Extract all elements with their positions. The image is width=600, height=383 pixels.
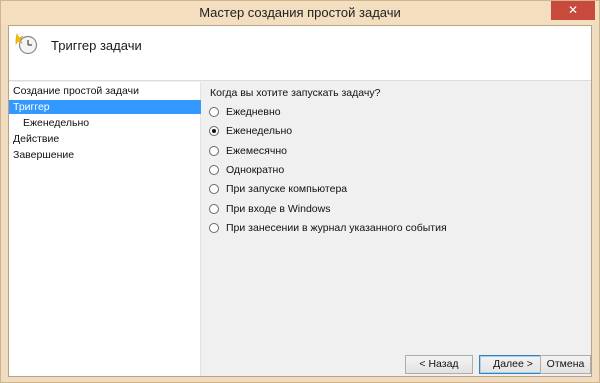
radio-label: При входе в Windows: [226, 203, 331, 215]
radio-option-monthly[interactable]: Ежемесячно: [209, 144, 287, 158]
radio-label: При занесении в журнал указанного событи…: [226, 222, 447, 234]
wizard-window: Мастер создания простой задачи ✕ Триггер…: [0, 0, 600, 383]
nav-item-trigger[interactable]: Триггер: [9, 100, 201, 114]
radio-option-weekly[interactable]: Еженедельно: [209, 124, 292, 138]
radio-option-logon[interactable]: При входе в Windows: [209, 202, 330, 216]
nav-item-finish[interactable]: Завершение: [9, 148, 201, 162]
close-button[interactable]: ✕: [551, 1, 595, 20]
nav-item-action[interactable]: Действие: [9, 132, 201, 146]
radio-button[interactable]: [209, 107, 219, 117]
radio-button[interactable]: [209, 204, 219, 214]
trigger-question: Когда вы хотите запускать задачу?: [210, 87, 381, 99]
title-bar[interactable]: Мастер создания простой задачи ✕: [1, 1, 599, 25]
wizard-steps-nav: Создание простой задачи Триггер Еженедел…: [9, 82, 201, 376]
radio-option-daily[interactable]: Ежедневно: [209, 105, 281, 119]
radio-label: Еженедельно: [226, 125, 293, 137]
wizard-header: Триггер задачи: [9, 26, 591, 81]
radio-label: Ежедневно: [226, 106, 281, 118]
back-button[interactable]: < Назад: [405, 355, 473, 374]
wizard-client-area: Триггер задачи Создание простой задачи Т…: [8, 25, 592, 377]
nav-item-create-task[interactable]: Создание простой задачи: [9, 84, 201, 98]
radio-option-once[interactable]: Однократно: [209, 163, 284, 177]
radio-label: Ежемесячно: [226, 145, 287, 157]
radio-button[interactable]: [209, 223, 219, 233]
radio-label: При запуске компьютера: [226, 183, 348, 195]
nav-item-weekly[interactable]: Еженедельно: [9, 116, 201, 130]
close-icon: ✕: [567, 3, 579, 17]
next-button[interactable]: Далее >: [479, 355, 547, 374]
page-title: Триггер задачи: [51, 38, 142, 53]
window-title: Мастер создания простой задачи: [199, 5, 401, 20]
radio-button[interactable]: [209, 146, 219, 156]
radio-option-computer-start[interactable]: При запуске компьютера: [209, 182, 347, 196]
radio-option-event-logged[interactable]: При занесении в журнал указанного событи…: [209, 221, 447, 235]
radio-button-checked[interactable]: [209, 126, 219, 136]
trigger-options-pane: Когда вы хотите запускать задачу? Ежедне…: [202, 82, 591, 376]
radio-label: Однократно: [226, 164, 285, 176]
task-clock-icon: [15, 33, 38, 55]
radio-button[interactable]: [209, 165, 219, 175]
radio-button[interactable]: [209, 184, 219, 194]
cancel-button[interactable]: Отмена: [540, 355, 591, 374]
